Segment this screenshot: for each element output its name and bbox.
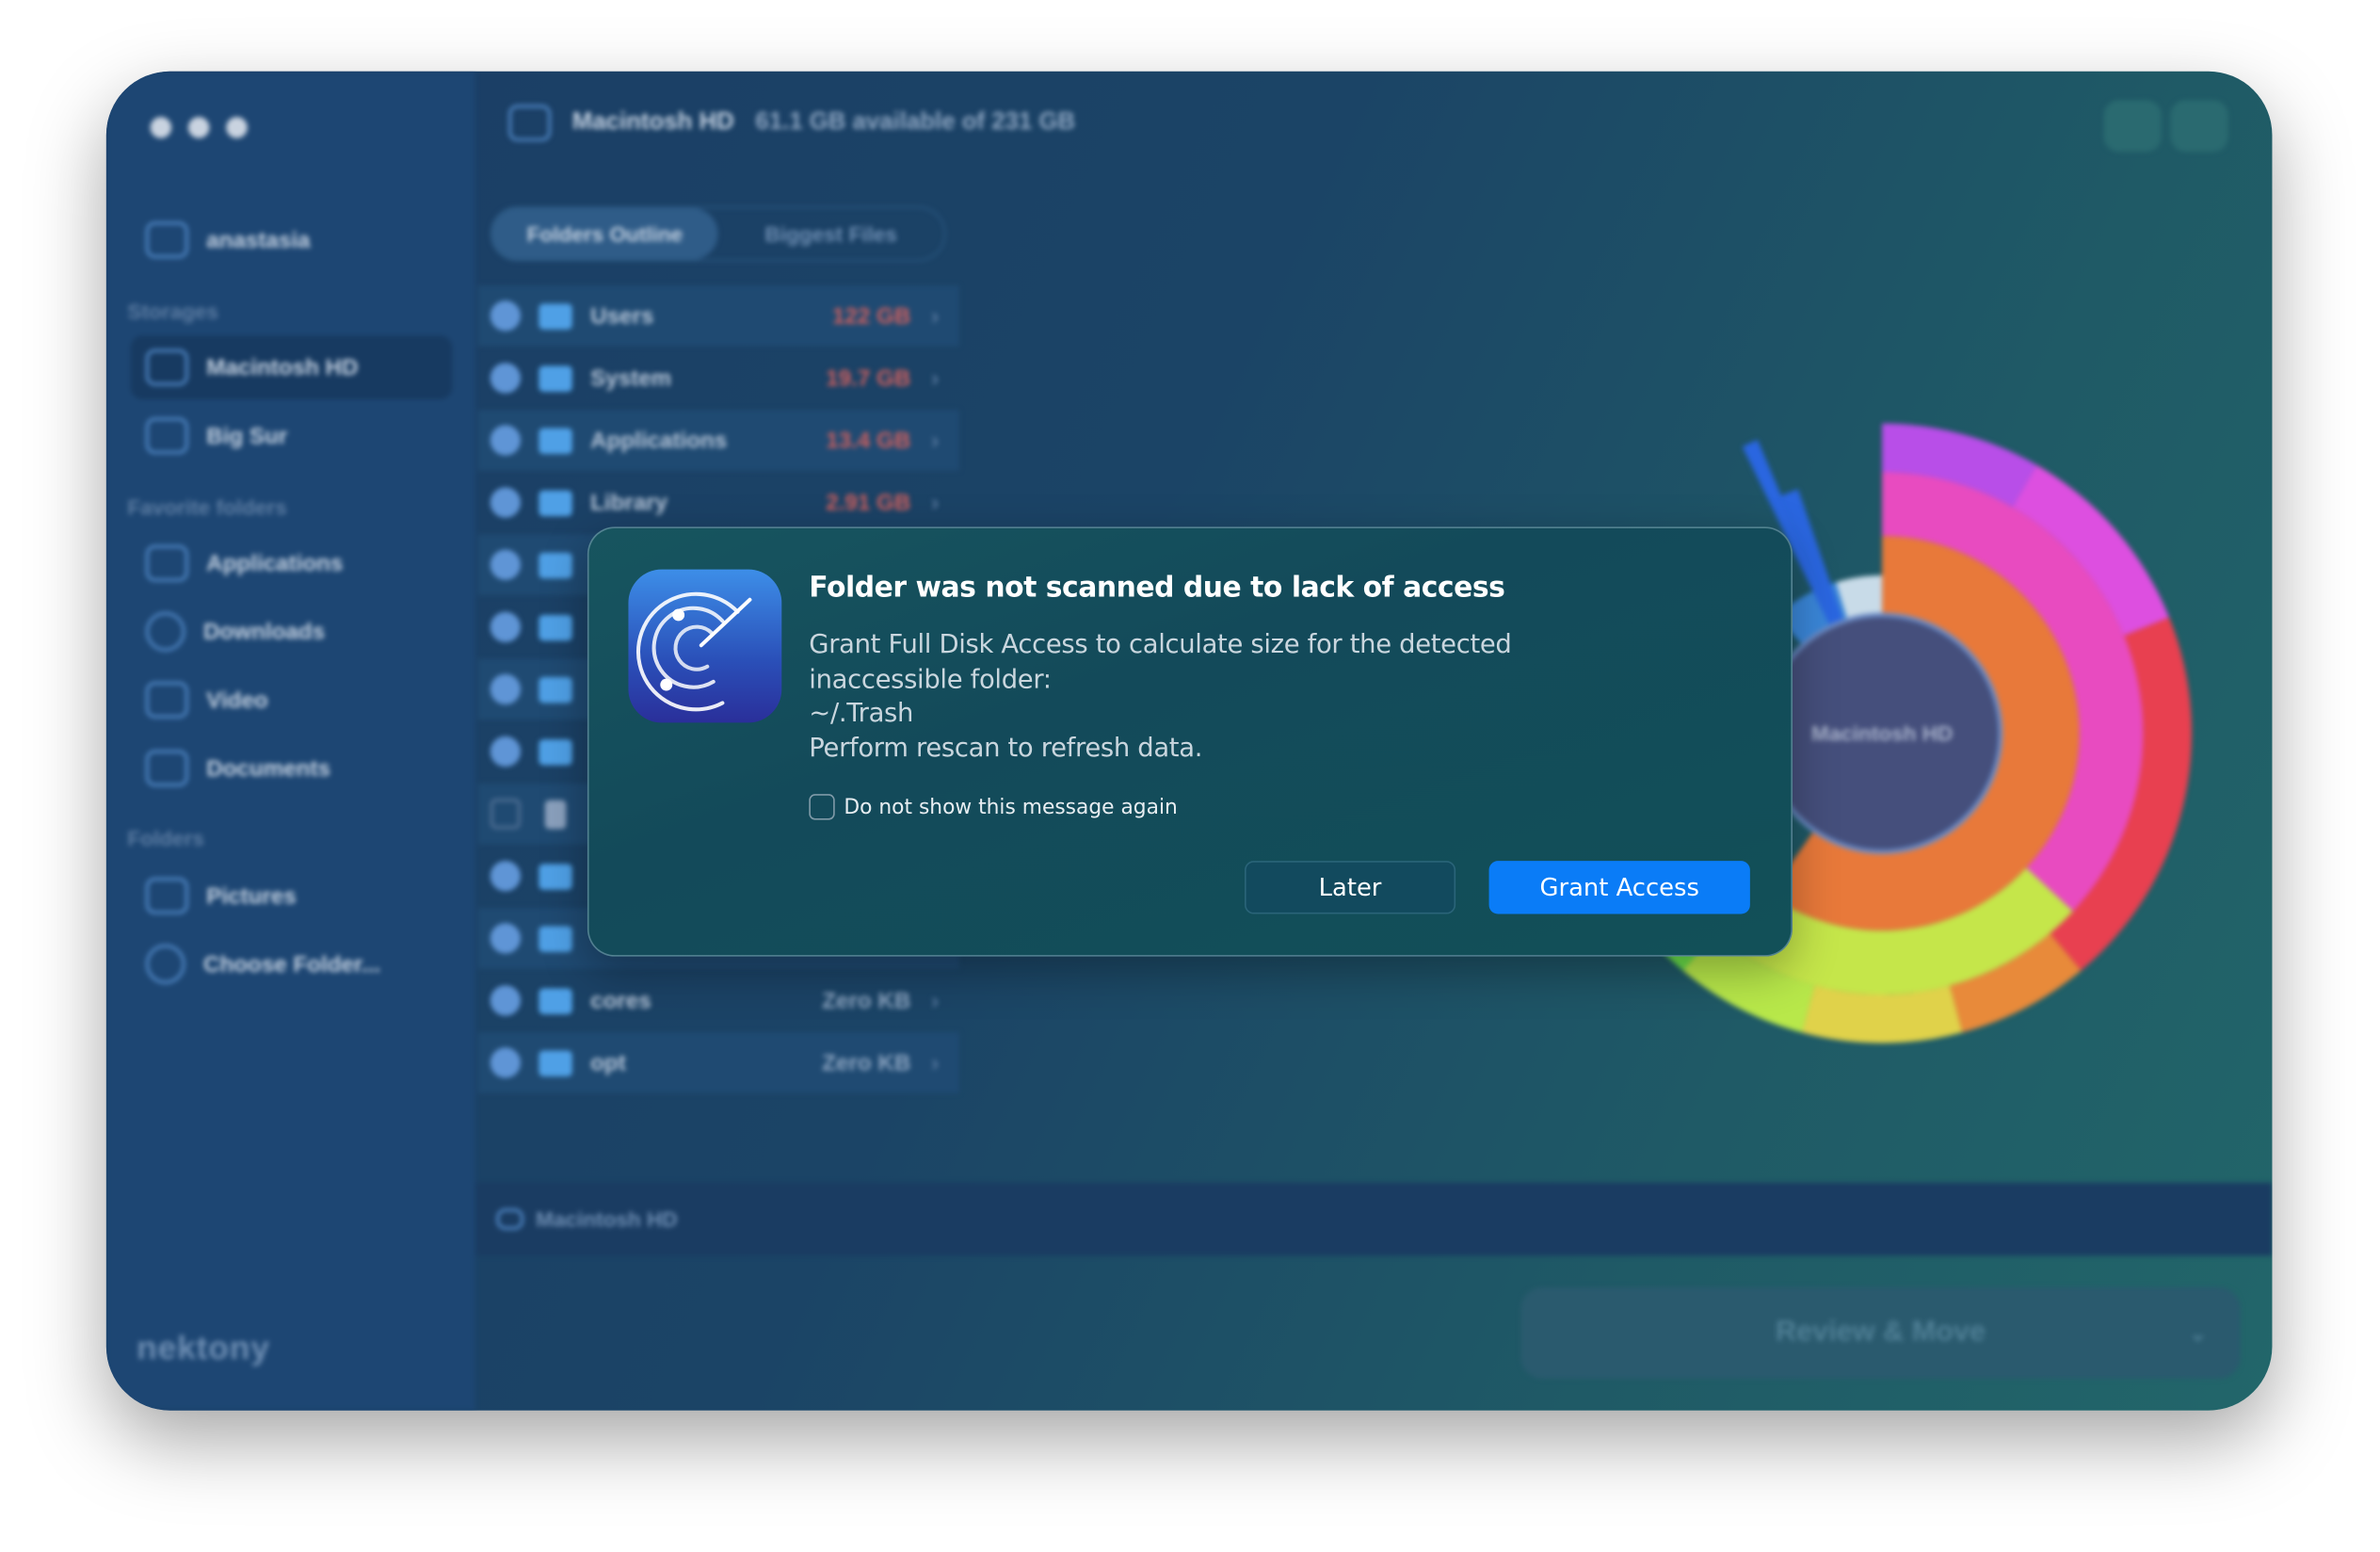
disk-icon — [496, 1208, 524, 1230]
checkbox-label: Do not show this message again — [844, 794, 1178, 819]
later-button[interactable]: Later — [1245, 861, 1456, 914]
message-line: Perform rescan to refresh data. — [809, 732, 1203, 764]
grant-access-button[interactable]: Grant Access — [1488, 861, 1750, 914]
review-label: Review & Move — [1775, 1316, 1986, 1349]
app-icon — [628, 569, 782, 723]
chart-center-label: Macintosh HD — [1811, 722, 1953, 746]
message-line: inaccessible folder: — [809, 664, 1052, 695]
review-move-button[interactable]: Review & Move ⌄ — [1520, 1287, 2241, 1379]
path-bar: Macintosh HD — [474, 1182, 2273, 1256]
path-label: Macintosh HD — [536, 1206, 678, 1232]
folder-path: ~/.Trash — [809, 698, 914, 729]
checkbox[interactable] — [809, 794, 835, 820]
message-line: Grant Full Disk Access to calculate size… — [809, 630, 1512, 661]
chevron-down-icon[interactable]: ⌄ — [2189, 1320, 2207, 1346]
dialog-message: Grant Full Disk Access to calculate size… — [809, 628, 1512, 765]
dont-show-again-checkbox[interactable]: Do not show this message again — [809, 794, 1178, 820]
radar-icon — [636, 591, 752, 712]
access-dialog: Folder was not scanned due to lack of ac… — [587, 526, 1793, 957]
dialog-title: Folder was not scanned due to lack of ac… — [809, 572, 1505, 605]
